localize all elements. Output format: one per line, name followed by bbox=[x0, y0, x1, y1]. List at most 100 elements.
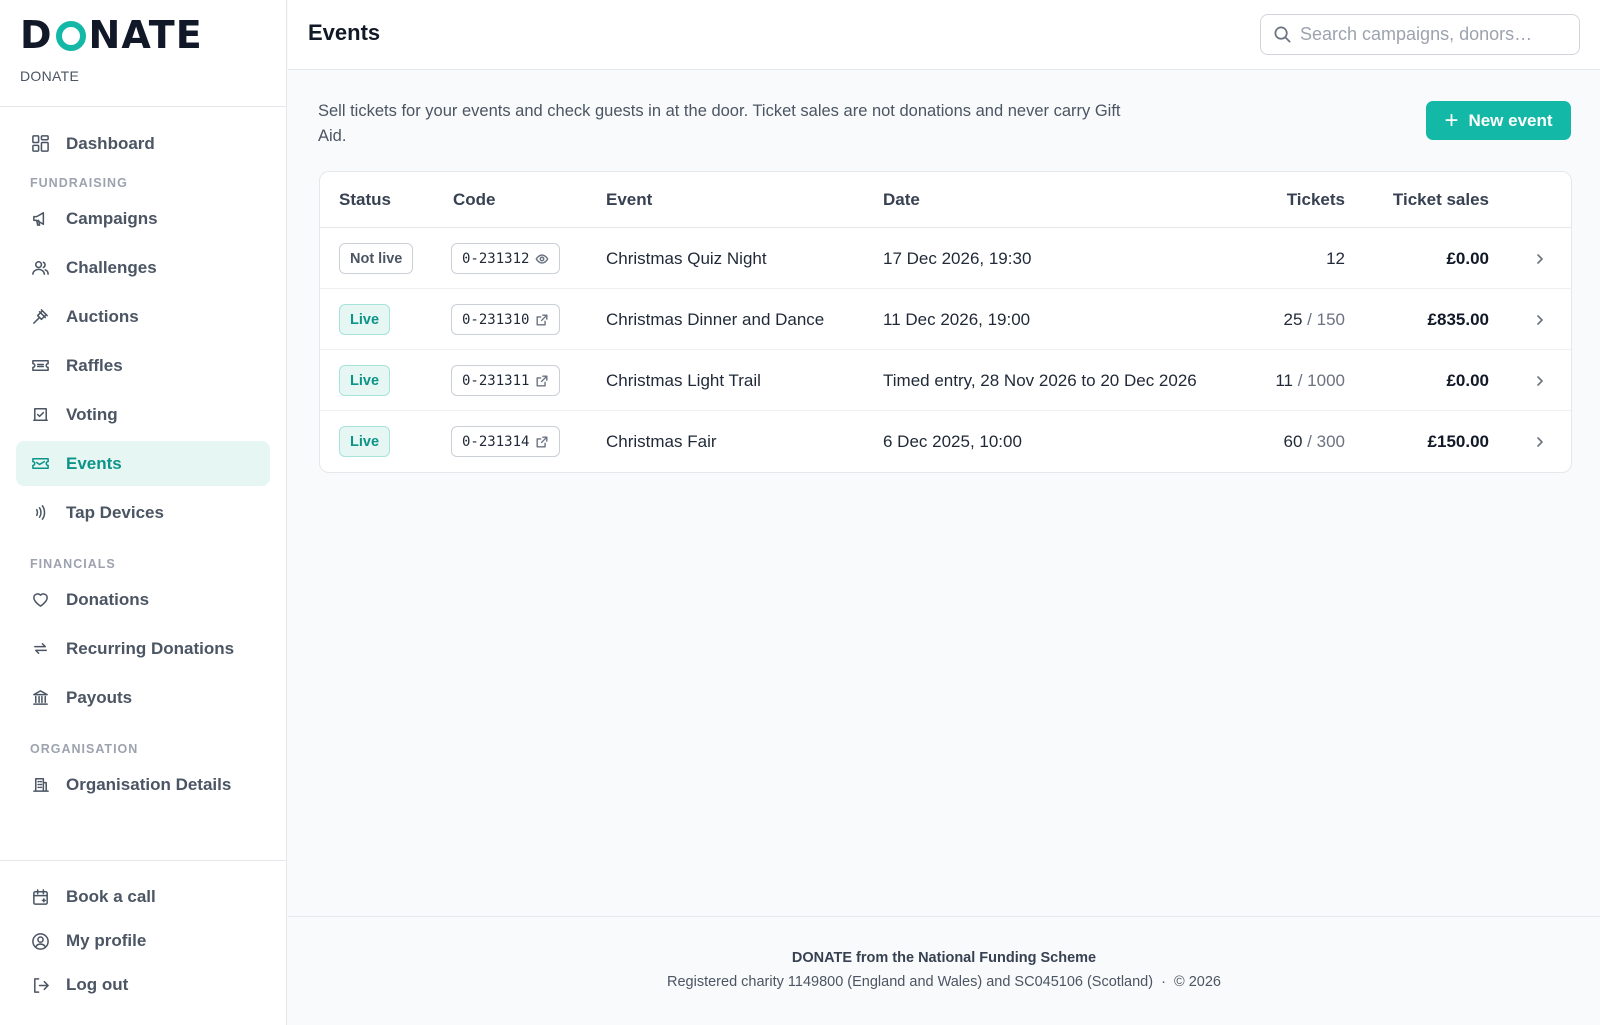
nav-section-organisation: ORGANISATION bbox=[30, 742, 139, 756]
sidebar-item-events[interactable]: Events bbox=[16, 441, 270, 486]
sidebar-item-label: Challenges bbox=[66, 257, 157, 277]
search-box[interactable] bbox=[1260, 14, 1580, 55]
event-code-chip[interactable]: 0-231310 bbox=[451, 304, 561, 335]
status-badge: Live bbox=[339, 426, 391, 457]
event-code-chip[interactable]: 0-231312 bbox=[451, 243, 561, 274]
sidebar-item-voting[interactable]: Voting bbox=[16, 392, 270, 437]
sidebar-item-label: Voting bbox=[66, 404, 118, 424]
building-icon bbox=[30, 775, 50, 795]
bank-icon bbox=[30, 688, 50, 708]
event-name: Christmas Quiz Night bbox=[606, 248, 767, 268]
sidebar-item-label: Log out bbox=[66, 975, 129, 994]
sidebar-footer-nav: Book a call My profile Log out bbox=[0, 860, 286, 1009]
nav-section-financials: FINANCIALS bbox=[30, 557, 116, 571]
code-cell: 0-231312 bbox=[451, 228, 561, 289]
event-code: 0-231310 bbox=[462, 311, 530, 328]
external-link-icon bbox=[529, 435, 549, 449]
donate-logo[interactable]: D NATE bbox=[20, 16, 266, 54]
sidebar-item-label: Events bbox=[66, 453, 122, 473]
sidebar-item-book-a-call[interactable]: Book a call bbox=[16, 877, 270, 917]
external-link-icon bbox=[529, 374, 549, 388]
calendar-icon bbox=[30, 887, 50, 907]
tickets-sold: 25 bbox=[1283, 309, 1303, 329]
table-row[interactable]: Live 0-231310 Christmas Dinner and Dance 11… bbox=[320, 289, 1571, 350]
page-footer: DONATE from the National Funding Scheme … bbox=[288, 916, 1600, 1025]
tickets-cell: 60 / 300 bbox=[1284, 411, 1345, 472]
tickets-capacity: 1000 bbox=[1307, 370, 1345, 390]
sidebar-item-my-profile[interactable]: My profile bbox=[16, 921, 270, 961]
table-header: Status Code Event Date Tickets Ticket sa… bbox=[320, 172, 1571, 228]
tickets-sold: 11 bbox=[1275, 370, 1293, 390]
event-code-chip[interactable]: 0-231311 bbox=[451, 365, 561, 396]
sidebar-item-tap-devices[interactable]: Tap Devices bbox=[16, 490, 270, 535]
ticket-icon bbox=[30, 356, 50, 376]
chevron-right-icon[interactable] bbox=[1533, 228, 1547, 289]
sidebar-item-log-out[interactable]: Log out bbox=[16, 965, 270, 1005]
event-code: 0-231311 bbox=[462, 372, 530, 389]
search-input[interactable] bbox=[1300, 24, 1560, 45]
user-circle-icon bbox=[30, 931, 50, 951]
eye-icon bbox=[529, 252, 549, 266]
table-body: Not live 0-231312 Christmas Quiz Night 17 D… bbox=[320, 228, 1571, 472]
footer-title: DONATE from the National Funding Scheme bbox=[791, 950, 1097, 966]
status-cell: Live bbox=[339, 411, 391, 472]
tickets-sold: 60 bbox=[1283, 431, 1303, 451]
tickets-separator: / bbox=[1293, 370, 1308, 390]
event-ticket-icon bbox=[30, 454, 50, 474]
table-row[interactable]: Live 0-231311 Christmas Light Trail Timed e… bbox=[320, 350, 1571, 411]
status-badge: Not live bbox=[339, 243, 414, 274]
page-description: Sell tickets for your events and check g… bbox=[318, 102, 1121, 145]
status-cell: Live bbox=[339, 350, 391, 411]
sidebar-item-raffles[interactable]: Raffles bbox=[16, 343, 270, 388]
code-cell: 0-231311 bbox=[451, 350, 561, 411]
new-event-button[interactable]: + New event bbox=[1426, 101, 1571, 140]
event-code-chip[interactable]: 0-231314 bbox=[451, 426, 561, 457]
sidebar-item-challenges[interactable]: Challenges bbox=[16, 245, 270, 290]
event-date: Timed entry, 28 Nov 2026 to 20 Dec 2026 bbox=[883, 370, 1197, 390]
status-cell: Live bbox=[339, 289, 391, 350]
sidebar-item-donations[interactable]: Donations bbox=[16, 577, 270, 622]
sidebar-item-label: Recurring Donations bbox=[66, 638, 235, 658]
table-row[interactable]: Live 0-231314 Christmas Fair 6 Dec 2025, 10… bbox=[320, 411, 1571, 472]
search-icon bbox=[1274, 26, 1291, 43]
chevron-right-icon[interactable] bbox=[1533, 289, 1547, 350]
gavel-icon bbox=[30, 307, 50, 327]
column-header-code: Code bbox=[453, 190, 496, 209]
status-badge: Live bbox=[339, 304, 391, 335]
table-row[interactable]: Not live 0-231312 Christmas Quiz Night 17 D… bbox=[320, 228, 1571, 289]
events-table: Status Code Event Date Tickets Ticket sa… bbox=[319, 171, 1572, 473]
sidebar-item-auctions[interactable]: Auctions bbox=[16, 294, 270, 339]
status-cell: Not live bbox=[339, 228, 414, 289]
sidebar-item-label: Dashboard bbox=[66, 133, 155, 153]
sidebar-item-dashboard[interactable]: Dashboard bbox=[16, 121, 270, 166]
sidebar-item-label: Book a call bbox=[66, 887, 156, 906]
sidebar-item-label: My profile bbox=[66, 931, 147, 950]
ticket-sales: £835.00 bbox=[1427, 309, 1489, 329]
footer-legal-line: Registered charity 1149800 (England and … bbox=[667, 974, 1221, 990]
event-name: Christmas Fair bbox=[606, 431, 717, 451]
event-code: 0-231312 bbox=[462, 250, 530, 267]
users-icon bbox=[30, 258, 50, 278]
tickets-capacity: 300 bbox=[1316, 431, 1345, 451]
main-nav: Dashboard FUNDRAISING Campaigns Challeng… bbox=[0, 107, 286, 807]
chevron-right-icon[interactable] bbox=[1533, 350, 1547, 411]
status-badge: Live bbox=[339, 365, 391, 396]
dashboard-icon bbox=[30, 134, 50, 154]
event-date: 17 Dec 2026, 19:30 bbox=[883, 248, 1032, 268]
sidebar-item-label: Campaigns bbox=[66, 208, 158, 228]
tickets-cell: 12 bbox=[1326, 228, 1345, 289]
sidebar-item-label: Auctions bbox=[66, 306, 139, 326]
column-header-tickets: Tickets bbox=[1286, 190, 1345, 209]
chevron-right-icon[interactable] bbox=[1533, 411, 1547, 472]
sidebar-item-organisation-details[interactable]: Organisation Details bbox=[16, 762, 270, 807]
plus-icon: + bbox=[1444, 106, 1459, 134]
event-date: 6 Dec 2025, 10:00 bbox=[883, 431, 1022, 451]
sidebar-item-payouts[interactable]: Payouts bbox=[16, 675, 270, 720]
tickets-capacity: 150 bbox=[1316, 309, 1345, 329]
sidebar-item-campaigns[interactable]: Campaigns bbox=[16, 196, 270, 241]
sidebar-item-recurring-donations[interactable]: Recurring Donations bbox=[16, 626, 270, 671]
event-code: 0-231314 bbox=[462, 433, 530, 450]
top-bar: Events bbox=[288, 0, 1600, 70]
repeat-icon bbox=[30, 639, 50, 659]
external-link-icon bbox=[529, 313, 549, 327]
